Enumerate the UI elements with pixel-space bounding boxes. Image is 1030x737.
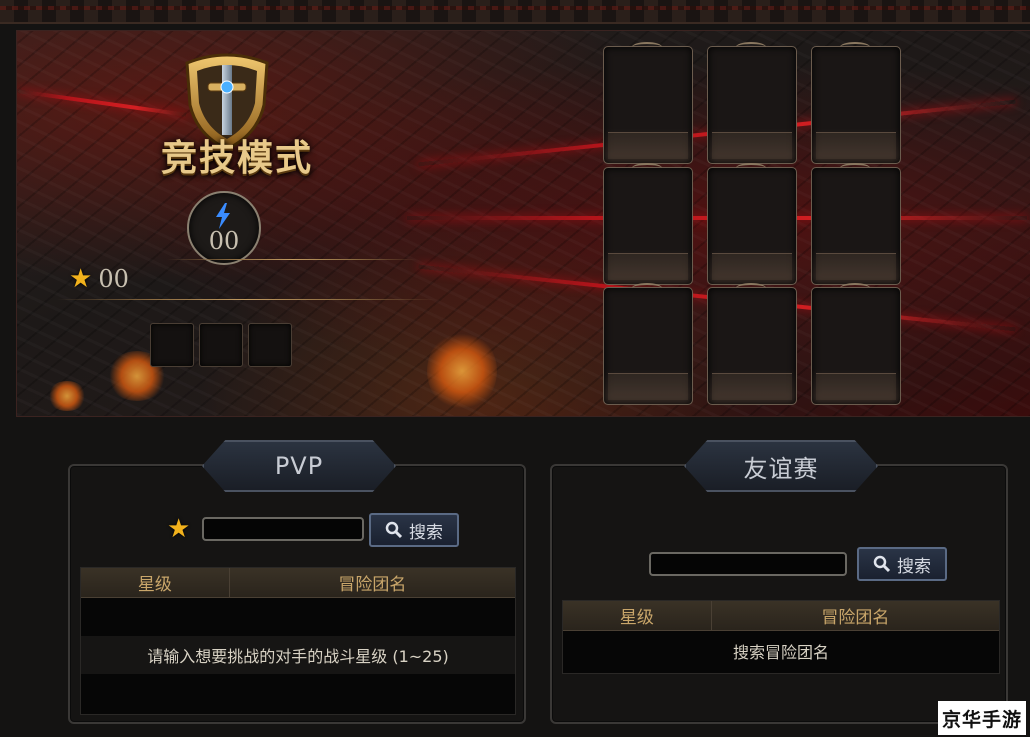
pvp-search-label: 搜索 xyxy=(409,522,443,543)
team-member-slot[interactable] xyxy=(707,283,797,405)
team-member-slot[interactable] xyxy=(811,283,901,405)
table-row xyxy=(81,598,515,636)
star-rating-row: ★ 00 xyxy=(69,264,129,294)
lava-glow xyxy=(47,381,87,411)
lava-glow xyxy=(427,331,497,411)
item-slot[interactable] xyxy=(248,323,292,367)
table-header: 星级 冒险团名 xyxy=(81,568,515,598)
team-member-slot[interactable] xyxy=(707,163,797,285)
team-member-slot[interactable] xyxy=(707,42,797,164)
friendly-panel-header: 友谊赛 xyxy=(684,440,878,492)
divider xyxy=(167,259,417,260)
site-watermark: 京华手游 xyxy=(937,701,1026,735)
team-name-input[interactable] xyxy=(649,552,847,576)
friendly-hint-text: 搜索冒险团名 xyxy=(732,643,829,662)
energy-counter: 00 xyxy=(187,191,261,265)
pvp-panel: PVP ★ 搜索 星级 冒险团名 请输入想要挑战的对手的战斗星级 (1~25) xyxy=(68,440,526,724)
pvp-hint-text: 请输入想要挑战的对手的战斗星级 (1~25) xyxy=(81,636,515,674)
team-member-slot[interactable] xyxy=(811,163,901,285)
friendly-search-button[interactable]: 搜索 xyxy=(857,547,947,581)
magnifier-icon xyxy=(873,555,891,573)
star-icon: ★ xyxy=(69,264,93,294)
mode-title: 竞技模式 xyxy=(160,137,313,179)
team-member-slot[interactable] xyxy=(811,42,901,164)
friendly-search-label: 搜索 xyxy=(897,556,931,577)
column-header-team-name: 冒险团名 xyxy=(338,575,407,595)
top-decorative-border xyxy=(0,0,1030,24)
table-row xyxy=(81,674,515,712)
star-value: 00 xyxy=(98,265,129,293)
item-slot[interactable] xyxy=(150,323,194,367)
friendly-results-table: 星级 冒险团名 搜索冒险团名 xyxy=(562,600,1000,674)
arena-mode-banner: 竞技模式 00 ★ 00 xyxy=(16,30,1030,417)
column-header-star: 星级 xyxy=(563,601,712,630)
divider xyxy=(57,299,437,300)
pvp-search-button[interactable]: 搜索 xyxy=(369,513,459,547)
energy-value: 00 xyxy=(208,227,240,255)
team-member-slot[interactable] xyxy=(603,42,693,164)
friendly-match-panel: 友谊赛 搜索 星级 冒险团名 搜索冒险团名 xyxy=(550,440,1008,724)
item-slot[interactable] xyxy=(199,323,243,367)
pvp-star-input[interactable] xyxy=(202,517,364,541)
column-header-star: 星级 xyxy=(81,568,230,597)
pvp-results-table: 星级 冒险团名 请输入想要挑战的对手的战斗星级 (1~25) xyxy=(80,567,516,715)
magnifier-icon xyxy=(385,521,403,539)
lightning-icon xyxy=(216,203,230,229)
team-member-slot[interactable] xyxy=(603,283,693,405)
column-header-team-name: 冒险团名 xyxy=(821,608,890,628)
table-header: 星级 冒险团名 xyxy=(563,601,999,631)
team-member-slot[interactable] xyxy=(603,163,693,285)
star-icon: ★ xyxy=(167,514,191,544)
pvp-panel-header: PVP xyxy=(202,440,396,492)
